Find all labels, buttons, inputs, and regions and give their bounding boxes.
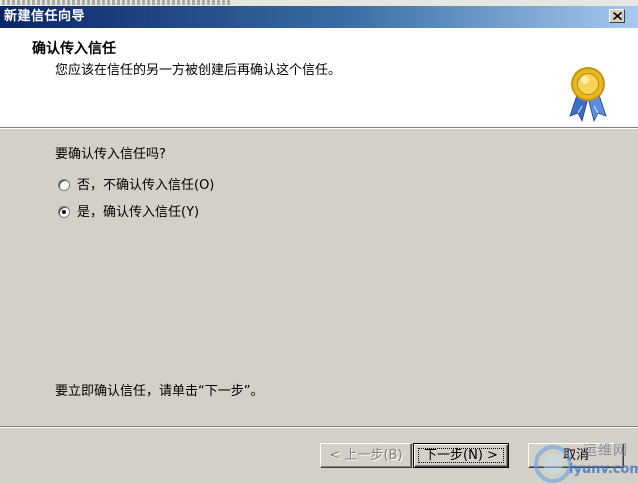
award-ribbon-icon — [569, 67, 607, 123]
next-button[interactable]: 下一步(N) > — [413, 443, 509, 468]
radio-option-yes[interactable]: 是，确认传入信任(Y) — [58, 203, 199, 221]
radio-label-yes: 是，确认传入信任(Y) — [77, 204, 200, 220]
back-button[interactable]: < 上一步(B) — [320, 443, 412, 468]
next-step-instruction: 要立即确认信任，请单击“下一步”。 — [55, 384, 264, 399]
wizard-body: 要确认传入信任吗? 否，不确认传入信任(O) 是，确认传入信任(Y) 要立即确认… — [0, 130, 638, 426]
title-bar[interactable]: 新建信任向导 — [0, 6, 638, 28]
radio-button-no[interactable] — [58, 179, 70, 191]
close-button[interactable] — [609, 9, 625, 23]
wizard-window: 新建信任向导 确认传入信任 您应该在信任的另一方被创建后再确认这个信任。 要确认… — [0, 0, 638, 484]
close-icon — [613, 12, 622, 20]
radio-label-no: 否，不确认传入信任(O) — [77, 177, 215, 193]
cancel-button[interactable]: 取消 — [528, 443, 624, 468]
footer-divider — [0, 426, 638, 428]
obscured-background-text — [2, 0, 232, 5]
next-button-label: 下一步(N) > — [424, 447, 498, 463]
window-title: 新建信任向导 — [4, 9, 86, 24]
wizard-header: 确认传入信任 您应该在信任的另一方被创建后再确认这个信任。 — [0, 28, 638, 129]
page-subtitle: 您应该在信任的另一方被创建后再确认这个信任。 — [55, 63, 342, 78]
radio-option-no[interactable]: 否，不确认传入信任(O) — [58, 176, 214, 194]
confirm-question: 要确认传入信任吗? — [55, 147, 166, 162]
page-title: 确认传入信任 — [32, 41, 116, 57]
radio-button-yes[interactable] — [58, 206, 70, 218]
